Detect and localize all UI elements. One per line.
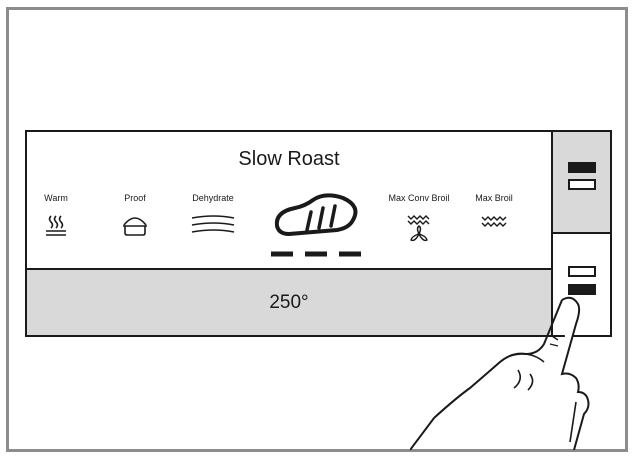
slow-roast-meat-icon — [271, 193, 361, 257]
mode-label: Proof — [124, 193, 146, 203]
selected-mode-title: Slow Roast — [238, 148, 340, 170]
mode-dehydrate[interactable]: Dehydrate — [178, 192, 248, 238]
warm-steam-icon — [46, 215, 66, 236]
proof-dough-icon — [123, 217, 147, 236]
select-mode-row-button[interactable] — [553, 132, 610, 234]
mode-label: Dehydrate — [192, 193, 234, 203]
upper-row-indicator-icon — [568, 162, 596, 173]
mode-proof[interactable]: Proof — [100, 192, 170, 238]
upper-row-indicator-icon — [568, 266, 596, 277]
mode-max-conv-broil[interactable]: Max Conv Broil — [384, 192, 454, 246]
hand-pointer-icon — [410, 296, 590, 450]
mode-warm[interactable]: Warm — [21, 192, 91, 238]
lower-row-indicator-icon — [568, 179, 596, 190]
broil-icon — [481, 216, 507, 227]
dehydrate-icon — [191, 215, 235, 233]
mode-label: Max Conv Broil — [388, 193, 450, 203]
cooking-mode-selector[interactable]: Slow Roast Warm Proof Dehydrate Max Conv… — [27, 132, 551, 268]
mode-label: Warm — [44, 193, 68, 203]
conv-broil-fan-icon — [407, 215, 430, 242]
mode-max-broil[interactable]: Max Broil — [459, 192, 529, 232]
mode-label: Max Broil — [475, 193, 513, 203]
